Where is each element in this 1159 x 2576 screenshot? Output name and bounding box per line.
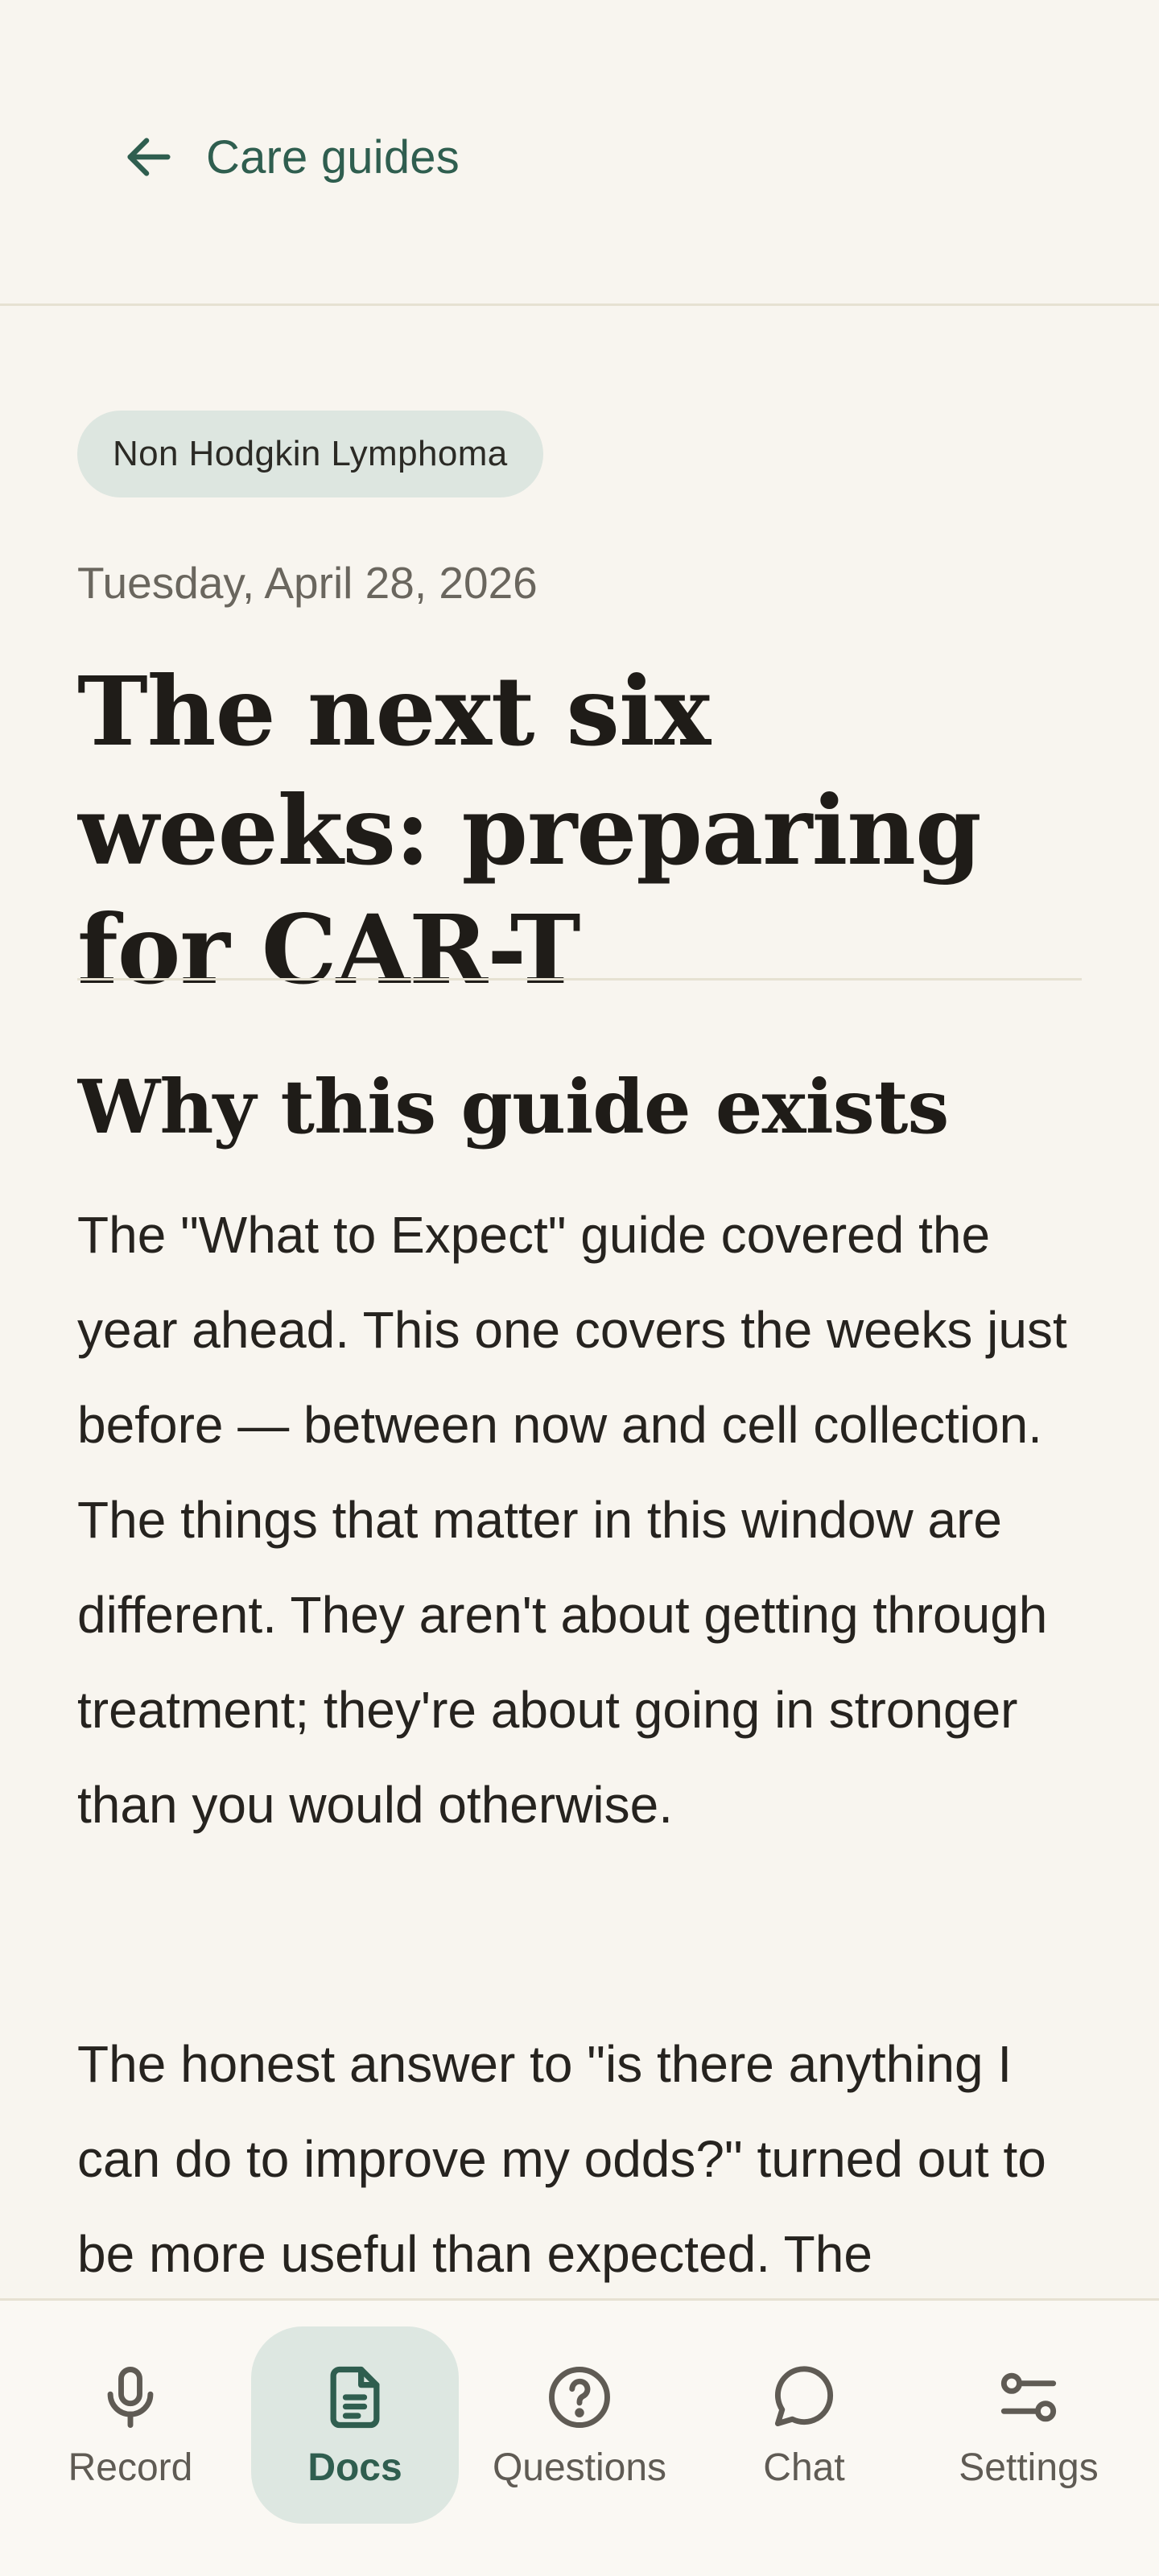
- sliders-icon: [1000, 2372, 1057, 2422]
- back-link-label: Care guides: [206, 130, 460, 184]
- section-heading: Why this guide exists: [77, 1063, 949, 1150]
- nav-item-questions[interactable]: Questions: [476, 2326, 683, 2524]
- chat-bubble-icon: [774, 2366, 834, 2427]
- document-icon: [330, 2366, 380, 2429]
- nav-label: Record: [68, 2446, 193, 2489]
- nav-label: Docs: [307, 2446, 402, 2489]
- article-title: The next six weeks: preparing for CAR-T: [77, 655, 982, 1005]
- microphone-icon: [107, 2367, 154, 2428]
- nav-item-docs[interactable]: Docs: [251, 2326, 459, 2524]
- article-date: Tuesday, April 28, 2026: [77, 558, 538, 608]
- article-paragraph: The "What to Expect" guide covered the y…: [77, 1206, 1067, 1834]
- article-content[interactable]: Non Hodgkin Lymphoma Tuesday, April 28, …: [77, 306, 1082, 2298]
- top-bar: Care guides: [0, 0, 1159, 306]
- nav-item-record[interactable]: Record: [27, 2326, 234, 2524]
- nav-label: Questions: [492, 2446, 667, 2489]
- app-root: Care guides Non Hodgkin Lymphoma Tuesday…: [0, 0, 1159, 2576]
- nav-label: Chat: [763, 2446, 845, 2489]
- nav-item-chat[interactable]: Chat: [700, 2326, 908, 2524]
- article-paragraph: The honest answer to "is there anything …: [77, 2035, 1046, 2283]
- question-circle-icon: [549, 2367, 610, 2428]
- back-to-care-guides-link[interactable]: Care guides: [121, 129, 460, 185]
- condition-tag: Non Hodgkin Lymphoma: [77, 411, 543, 497]
- nav-label: Settings: [959, 2446, 1099, 2489]
- nav-item-settings[interactable]: Settings: [925, 2326, 1132, 2524]
- arrow-left-icon: [127, 138, 171, 176]
- bottom-navigation: Record Docs Questions Chat Settings: [0, 2298, 1159, 2576]
- title-divider: [77, 978, 1082, 980]
